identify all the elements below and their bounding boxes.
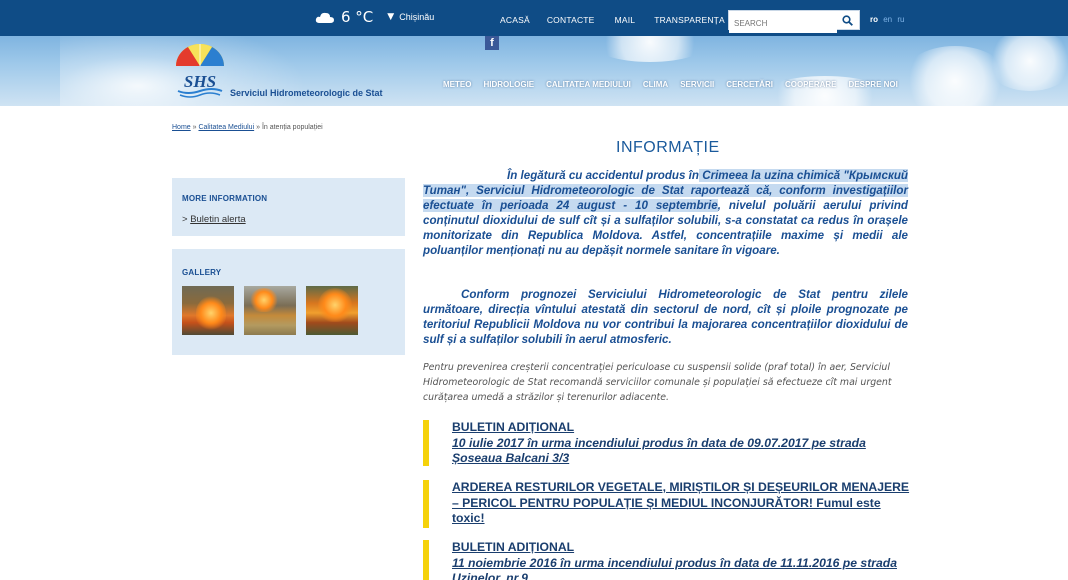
- main-nav-cercetari[interactable]: CERCETĂRI: [726, 80, 773, 89]
- news-title-link[interactable]: BULETIN ADIȚIONAL: [452, 540, 912, 556]
- flame-shape: [196, 296, 226, 330]
- news-accent-bar: [423, 480, 429, 528]
- main-nav: METEO HIDROLOGIE CALITATEA MEDIULUI CLIM…: [443, 80, 910, 89]
- facebook-icon[interactable]: f: [485, 36, 499, 50]
- top-nav-transparenta[interactable]: TRANSPARENȚA: [654, 15, 725, 25]
- gallery-thumbnail-fire[interactable]: [182, 286, 234, 335]
- main-nav-despre-noi[interactable]: DESPRE NOI: [849, 80, 898, 89]
- breadcrumb-current: În atenția populației: [261, 124, 323, 131]
- paragraph-text: În legătură cu accidentul produs în: [507, 169, 699, 182]
- flame-shape: [318, 288, 352, 322]
- search-box: [728, 10, 860, 33]
- breadcrumb: Home » Calitatea Mediului » În atenția p…: [172, 124, 323, 131]
- top-nav-contacte[interactable]: CONTACTE: [547, 15, 595, 25]
- news-text: BULETIN ADIȚIONAL 10 iulie 2017 în urma …: [452, 420, 912, 467]
- search-icon[interactable]: [842, 15, 853, 26]
- buletin-alerta-link[interactable]: Buletin alerta: [190, 214, 245, 225]
- main-nav-clima[interactable]: CLIMA: [643, 80, 668, 89]
- news-accent-bar: [423, 540, 429, 580]
- top-nav-acasa[interactable]: ACASĂ: [500, 15, 530, 25]
- news-title-link[interactable]: BULETIN ADIȚIONAL: [452, 420, 912, 436]
- site-name[interactable]: Serviciul Hidrometeorologic de Stat: [230, 88, 383, 98]
- header-banner: SHS Serviciul Hidrometeorologic de Stat …: [0, 36, 1068, 106]
- language-switcher: ro en ru: [870, 15, 908, 24]
- breadcrumb-section[interactable]: Calitatea Mediului: [198, 124, 254, 131]
- top-nav: ACASĂ CONTACTE MAIL TRANSPARENȚA: [500, 15, 725, 25]
- news-item: BULETIN ADIȚIONAL 10 iulie 2017 în urma …: [423, 420, 908, 470]
- news-item: ARDEREA RESTURILOR VEGETALE, MIRIȘTILOR …: [423, 480, 909, 530]
- main-nav-calitatea-mediului[interactable]: CALITATEA MEDIULUI: [546, 80, 631, 89]
- news-text: BULETIN ADIȚIONAL 11 noiembrie 2016 în u…: [452, 540, 912, 580]
- more-information-title: MORE INFORMATION: [182, 194, 268, 203]
- cloud-icon: [315, 12, 334, 23]
- news-item: BULETIN ADIȚIONAL 11 noiembrie 2016 în u…: [423, 540, 908, 580]
- lang-en[interactable]: en: [883, 15, 892, 24]
- breadcrumb-home[interactable]: Home: [172, 124, 191, 131]
- more-information-item: > Buletin alerta: [182, 214, 246, 225]
- more-information-box: MORE INFORMATION > Buletin alerta: [172, 178, 405, 236]
- gallery-box: GALLERY: [172, 249, 405, 355]
- main-nav-meteo[interactable]: METEO: [443, 80, 471, 89]
- news-text: ARDEREA RESTURILOR VEGETALE, MIRIȘTILOR …: [452, 480, 912, 527]
- gallery-thumbnail-fire[interactable]: [306, 286, 358, 335]
- gallery-thumbnails: [182, 286, 358, 335]
- gallery-thumbnail-fire[interactable]: [244, 286, 296, 335]
- main-nav-servicii[interactable]: SERVICII: [680, 80, 714, 89]
- gallery-title: GALLERY: [182, 268, 222, 277]
- main-nav-cooperare[interactable]: COOPERARE: [785, 80, 837, 89]
- news-subtitle-link[interactable]: 11 noiembrie 2016 în urma incendiului pr…: [452, 556, 912, 580]
- news-accent-bar: [423, 420, 429, 466]
- info-paragraph-1: În legătură cu accidentul produs în Crim…: [423, 168, 908, 259]
- main-nav-hidrologie[interactable]: HIDROLOGIE: [483, 80, 534, 89]
- temperature: 6 °C: [341, 8, 374, 26]
- flame-shape: [250, 288, 278, 312]
- page-title: INFORMAȚIE: [616, 139, 720, 156]
- recommendation-note: Pentru prevenirea creșterii concentrație…: [423, 362, 892, 403]
- breadcrumb-separator: »: [254, 124, 262, 131]
- weather-widget[interactable]: 6 °C ▼ Chișinău: [315, 8, 434, 26]
- search-input[interactable]: [729, 14, 837, 33]
- lang-ro[interactable]: ro: [870, 15, 878, 24]
- lang-ru[interactable]: ru: [897, 15, 904, 24]
- info-paragraph-2: Conform prognozei Serviciului Hidrometeo…: [423, 288, 908, 347]
- chevron-down-icon[interactable]: ▼: [387, 12, 394, 22]
- logo-icon[interactable]: SHS: [172, 42, 228, 100]
- cloud-decoration: [590, 36, 710, 62]
- top-nav-mail[interactable]: MAIL: [615, 15, 636, 25]
- news-subtitle-link[interactable]: 10 iulie 2017 în urma incendiului produs…: [452, 436, 912, 467]
- city-select[interactable]: Chișinău: [399, 12, 434, 22]
- link-prefix: >: [182, 214, 191, 225]
- top-bar: 6 °C ▼ Chișinău ACASĂ CONTACTE MAIL TRAN…: [0, 0, 1068, 36]
- news-title-link[interactable]: ARDEREA RESTURILOR VEGETALE, MIRIȘTILOR …: [452, 480, 912, 527]
